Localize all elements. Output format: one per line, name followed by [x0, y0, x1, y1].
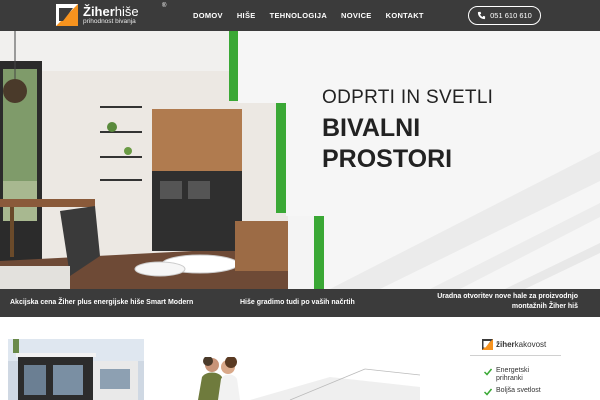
nav-item-kontakt[interactable]: KONTAKT — [386, 11, 424, 20]
quality-header: žiherkakovost — [470, 334, 561, 356]
family-illustration — [198, 357, 420, 400]
quality-item-line-1: Energetski — [496, 367, 530, 374]
quality-logo-icon — [482, 339, 493, 350]
logo-brand-bold: Žiher — [83, 3, 115, 19]
nav-item-hise[interactable]: HIŠE — [237, 11, 256, 20]
quality-title: žiherkakovost — [496, 340, 546, 349]
logo-brand-light: hiše — [114, 3, 139, 19]
hero-line-1: ODPRTI IN SVETLI — [322, 87, 494, 108]
ticker-item-otvoritev-line-1: Uradna otvoritev nove hale za proizvodnj… — [437, 293, 578, 300]
quality-box: žiherkakovost Energetski prihranki Boljš… — [470, 334, 561, 400]
logo-tagline: prihodnost bivanja — [83, 17, 136, 25]
ticker-item-nacrti[interactable]: Hiše gradimo tudi po vaših načrtih — [240, 299, 355, 306]
quality-item-line-2: prihranki — [496, 375, 523, 383]
news-ticker: Akcijska cena Žiher plus energijske hiše… — [0, 289, 600, 317]
quality-item: Energetski prihranki — [484, 367, 561, 384]
hero-line-3: PROSTORI — [322, 145, 453, 174]
site-logo[interactable]: Žiherhiše prihodnost bivanja ® — [56, 3, 166, 27]
check-icon — [484, 368, 492, 376]
quality-item: Boljša svetlost — [484, 387, 561, 396]
quality-item-line-1: Boljša svetlost — [496, 386, 541, 394]
ticker-item-otvoritev[interactable]: Uradna otvoritev nove hale za proizvodnj… — [436, 293, 578, 310]
house-thumbnail[interactable] — [8, 339, 144, 400]
hero-slider: ODPRTI IN SVETLI BIVALNI PROSTORI — [0, 31, 600, 289]
logo-text: Žiherhiše prihodnost bivanja ® — [83, 3, 166, 26]
check-icon — [484, 388, 492, 396]
phone-button[interactable]: 051 610 610 — [468, 6, 541, 25]
logo-mark-icon — [56, 4, 78, 26]
quality-title-light: kakovost — [514, 340, 547, 349]
nav-item-domov[interactable]: DOMOV — [193, 11, 223, 20]
logo-registered-mark: ® — [162, 2, 167, 9]
hero-line-2: BIVALNI — [322, 114, 421, 142]
ticker-item-otvoritev-line-2: montažnih Žiher hiš — [511, 303, 578, 310]
quality-title-bold: žiher — [496, 340, 515, 349]
page: Žiherhiše prihodnost bivanja ® DOMOV HIŠ… — [0, 0, 600, 400]
hero-headline: ODPRTI IN SVETLI BIVALNI PROSTORI — [322, 87, 493, 176]
quality-list: Energetski prihranki Boljša svetlost — [484, 367, 561, 396]
main-nav: DOMOV HIŠE TEHNOLOGIJA NOVICE KONTAKT — [193, 0, 438, 31]
phone-number: 051 610 610 — [490, 11, 532, 20]
nav-item-tehnologija[interactable]: TEHNOLOGIJA — [270, 11, 327, 20]
content-section: žiherkakovost Energetski prihranki Boljš… — [0, 317, 600, 400]
site-header: Žiherhiše prihodnost bivanja ® DOMOV HIŠ… — [0, 0, 600, 31]
nav-item-novice[interactable]: NOVICE — [341, 11, 372, 20]
ticker-item-akcija[interactable]: Akcijska cena Žiher plus energijske hiše… — [10, 299, 193, 306]
phone-icon — [478, 11, 486, 20]
hero-image — [0, 31, 600, 289]
